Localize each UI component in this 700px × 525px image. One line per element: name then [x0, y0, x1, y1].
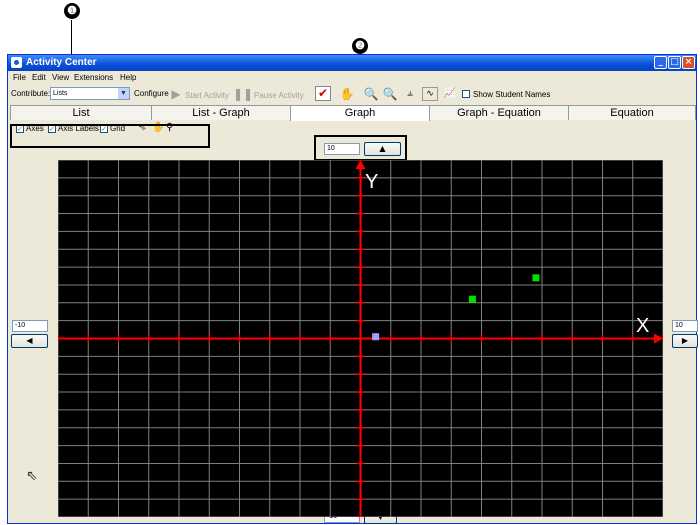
close-button[interactable]: × — [682, 56, 695, 69]
tab-graph[interactable]: Graph — [290, 105, 430, 121]
menu-file[interactable]: File — [13, 73, 26, 82]
zoom-out-icon[interactable]: 🔍 — [382, 87, 398, 101]
checkmark-icon[interactable]: ✔ — [315, 86, 331, 101]
tab-bar: List List - Graph Graph Graph - Equation… — [8, 105, 696, 121]
mouse-cursor-icon: ⇖ — [26, 468, 38, 484]
toolbar: Contribute: Lists ▼ Configure ▶ Start Ac… — [8, 84, 696, 104]
window-settings-icon[interactable]: ⫨ — [402, 87, 418, 101]
data-point — [532, 274, 540, 282]
menu-help[interactable]: Help — [120, 73, 136, 82]
y-max-field[interactable]: 10 — [324, 143, 360, 155]
x-min-left-button[interactable]: ◀ — [11, 334, 48, 348]
menu-view[interactable]: View — [52, 73, 69, 82]
tab-graph-equation[interactable]: Graph - Equation — [429, 105, 569, 120]
maximize-button[interactable]: □ — [668, 56, 681, 69]
tab-list[interactable]: List — [10, 105, 152, 120]
tab-equation[interactable]: Equation — [568, 105, 696, 120]
tab-list-graph[interactable]: List - Graph — [151, 105, 291, 120]
contribute-label: Contribute: — [11, 89, 51, 98]
zoom-in-icon[interactable]: 🔍 — [363, 87, 379, 101]
y-axis-label: Y — [365, 171, 378, 193]
x-min-field[interactable]: -10 — [12, 320, 48, 332]
app-icon — [11, 57, 22, 68]
window-title: Activity Center — [26, 57, 97, 68]
hand-icon[interactable]: ✋ — [339, 87, 355, 101]
chart-icon[interactable]: 📈 — [442, 87, 458, 101]
graph-plot[interactable]: X Y — [58, 160, 663, 517]
menu-edit[interactable]: Edit — [32, 73, 46, 82]
chevron-down-icon[interactable]: ▼ — [118, 88, 129, 99]
show-student-names-label: Show Student Names — [473, 90, 551, 99]
menu-extensions[interactable]: Extensions — [74, 73, 113, 82]
title-bar[interactable]: Activity Center _ □ × — [8, 55, 696, 71]
y-max-up-button[interactable]: ▲ — [364, 142, 401, 156]
configure-button[interactable]: Configure — [134, 89, 169, 98]
contribute-dropdown[interactable]: Lists ▼ — [50, 87, 130, 100]
contribute-value: Lists — [53, 90, 68, 97]
pause-activity-button[interactable]: Pause Activity — [254, 91, 304, 100]
show-student-names-checkbox[interactable] — [462, 90, 470, 98]
x-axis-label: X — [636, 315, 649, 337]
play-icon[interactable]: ▶ — [168, 87, 184, 101]
data-point — [372, 333, 380, 341]
menu-bar: File Edit View Extensions Help — [8, 71, 696, 84]
pause-icon[interactable]: ❚❚ — [233, 87, 253, 101]
minimize-button[interactable]: _ — [654, 56, 667, 69]
callout-2: ❷ — [352, 38, 368, 54]
start-activity-button[interactable]: Start Activity — [185, 91, 229, 100]
callout-1-box — [10, 124, 210, 148]
graph-icon[interactable]: ∿ — [422, 87, 438, 101]
x-max-right-button[interactable]: ▶ — [672, 334, 698, 348]
data-point — [468, 295, 476, 303]
x-max-field[interactable]: 10 — [672, 320, 698, 332]
callout-1: ❶ — [64, 3, 80, 19]
